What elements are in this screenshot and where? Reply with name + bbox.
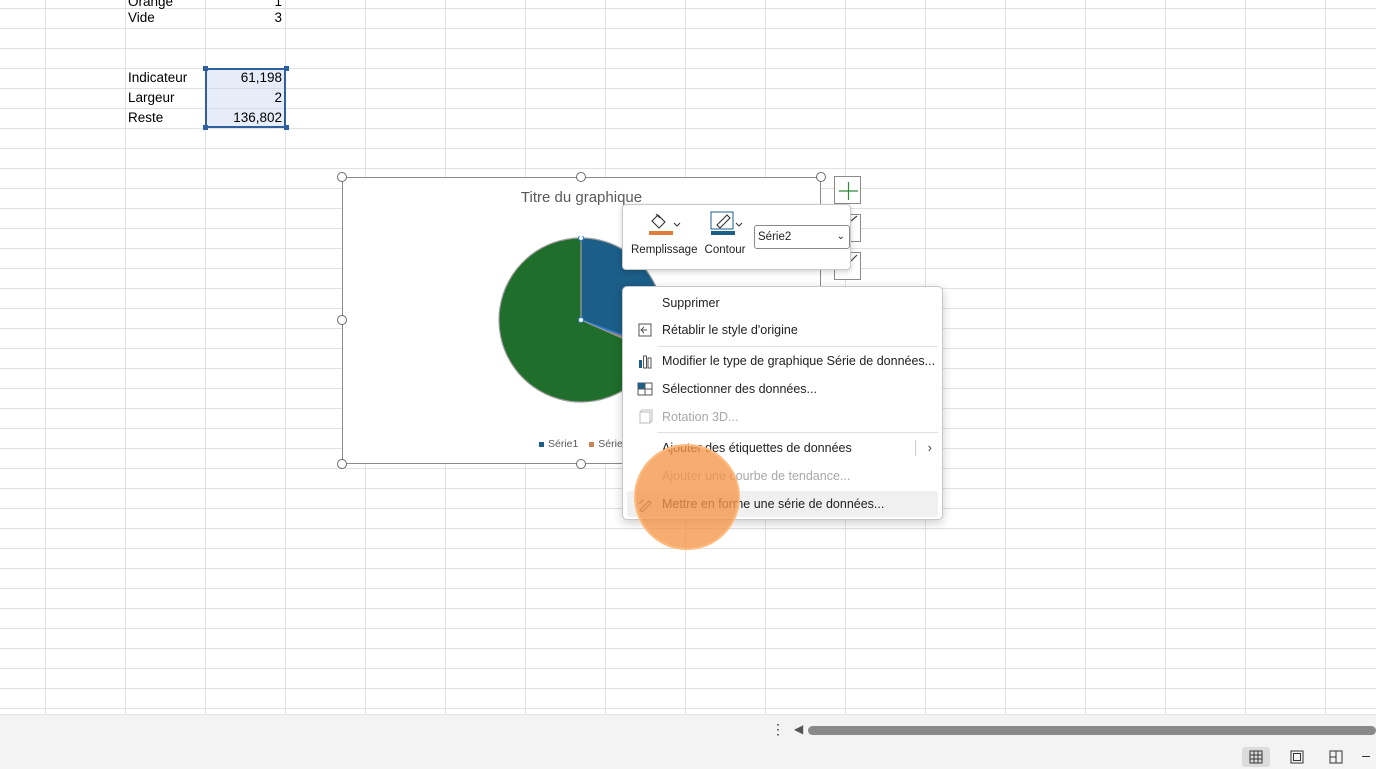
chart-resize-handle[interactable]: [576, 172, 586, 182]
chart-resize-handle[interactable]: [337, 459, 347, 469]
menu-item-modifier-type[interactable]: Modifier le type de graphique Série de d…: [627, 348, 938, 374]
scroll-left-icon[interactable]: ◀: [794, 722, 803, 736]
menu-item-label: Rétablir le style d'origine: [662, 323, 798, 337]
page-break-view-button[interactable]: [1322, 747, 1350, 767]
menu-item-label: Rotation 3D...: [662, 410, 739, 424]
menu-item-rotation-3d: Rotation 3D...: [627, 404, 938, 430]
excel-window: Orange 1 Vide 3 Indicateur 61,198 Largeu…: [0, 0, 1376, 769]
menu-item-label: Supprimer: [662, 296, 720, 310]
cell-label-reste[interactable]: Reste: [128, 108, 163, 128]
cell-value-largeur[interactable]: 2: [204, 88, 284, 108]
legend-swatch: [539, 441, 544, 447]
cell-value-indicateur[interactable]: 61,198: [204, 68, 284, 88]
click-indicator: [634, 444, 740, 550]
outline-button[interactable]: Contour: [699, 211, 751, 256]
menu-separator: [657, 432, 938, 433]
cell-label-vide[interactable]: Vide: [128, 8, 155, 28]
horizontal-scroll-bar-area: ⋮ ◀: [0, 714, 1376, 745]
cell-label-largeur[interactable]: Largeur: [128, 88, 175, 108]
pen-outline-icon: [710, 211, 743, 235]
horizontal-scrollbar-thumb[interactable]: [808, 726, 1376, 735]
normal-view-button[interactable]: [1242, 747, 1270, 767]
grid-view-icon: [1249, 750, 1263, 764]
status-bar: [0, 745, 1376, 769]
slice-selection-handle[interactable]: [578, 317, 584, 323]
legend-swatch: [589, 441, 595, 447]
chevron-down-icon: ⌄: [836, 231, 845, 242]
legend-label: Série: [598, 438, 623, 450]
page-layout-icon: [1290, 750, 1304, 764]
series-selector[interactable]: Série2 ⌄: [754, 225, 850, 249]
chart-resize-handle[interactable]: [337, 315, 347, 325]
outline-label: Contour: [704, 244, 746, 256]
paint-bucket-icon: [649, 213, 681, 235]
legend-item-serie2[interactable]: Série: [589, 438, 623, 450]
menu-item-selectionner-donnees[interactable]: Sélectionner des données...: [627, 376, 938, 402]
menu-item-label: Sélectionner des données...: [662, 382, 817, 396]
menu-item-label: Modifier le type de graphique Série de d…: [662, 354, 936, 368]
more-options-icon[interactable]: ⋮: [771, 721, 785, 738]
chart-resize-handle[interactable]: [816, 172, 826, 182]
menu-item-retablir-style[interactable]: Rétablir le style d'origine: [627, 317, 938, 343]
submenu-divider: [915, 440, 916, 456]
zoom-out-icon[interactable]: [1362, 756, 1370, 757]
cell-value-reste[interactable]: 136,802: [204, 108, 284, 128]
legend-label: Série1: [548, 438, 579, 450]
chart-elements-button[interactable]: [834, 176, 861, 204]
page-layout-view-button[interactable]: [1283, 747, 1311, 767]
chevron-right-icon: ›: [927, 440, 932, 455]
range-handle[interactable]: [284, 125, 289, 130]
chart-legend[interactable]: Série1 Série: [539, 438, 623, 450]
menu-item-supprimer[interactable]: Supprimer: [627, 290, 938, 316]
series-selector-value: Série2: [758, 231, 792, 243]
legend-item-serie1[interactable]: Série1: [539, 438, 578, 450]
slice-selection-handle[interactable]: [578, 236, 584, 241]
rotation-3d-icon: [639, 409, 653, 424]
reset-style-icon: [638, 323, 652, 337]
format-mini-toolbar: Remplissage Contour Série2 ⌄: [622, 204, 851, 270]
chart-resize-handle[interactable]: [576, 459, 586, 469]
menu-separator: [657, 346, 938, 347]
chart-resize-handle[interactable]: [337, 172, 347, 182]
fill-button[interactable]: Remplissage: [631, 211, 698, 256]
page-break-icon: [1329, 750, 1343, 764]
range-handle[interactable]: [284, 66, 289, 71]
plus-icon: [839, 182, 858, 200]
chart-type-icon: [639, 355, 652, 369]
fill-label: Remplissage: [631, 244, 698, 256]
cell-label-indicateur[interactable]: Indicateur: [128, 68, 187, 88]
cell-value-vide[interactable]: 3: [204, 8, 284, 28]
select-data-icon: [637, 382, 653, 396]
